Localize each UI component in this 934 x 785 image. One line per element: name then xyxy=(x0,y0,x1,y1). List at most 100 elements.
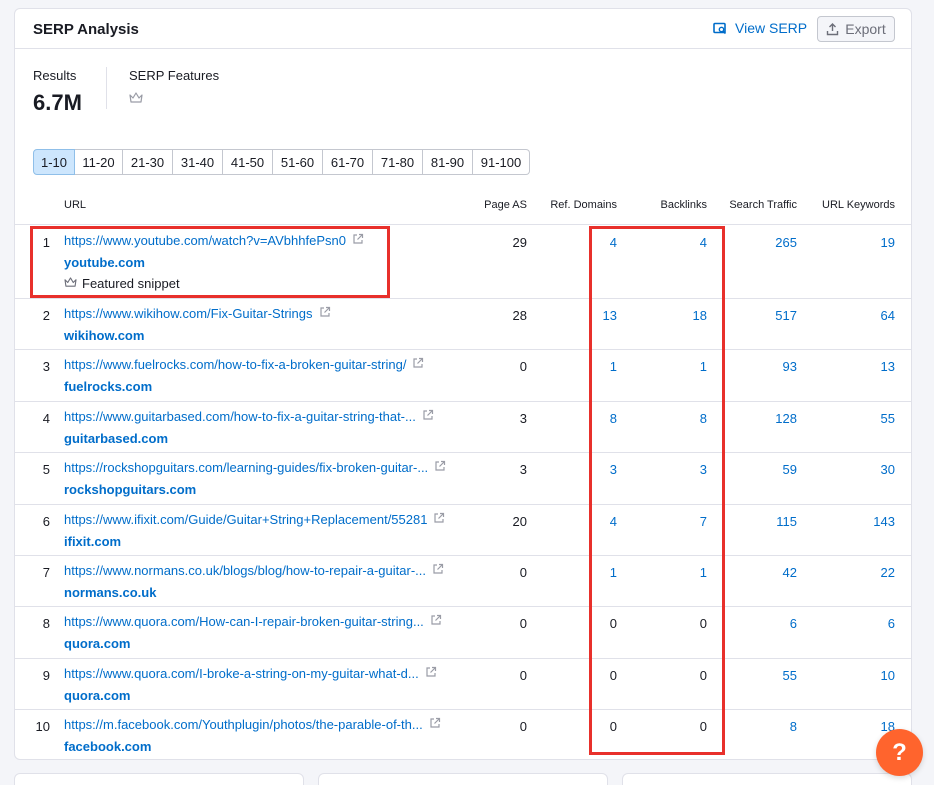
result-url-link[interactable]: https://www.quora.com/How-can-I-repair-b… xyxy=(64,614,442,629)
search-traffic-value[interactable]: 6 xyxy=(733,616,797,631)
external-link-icon[interactable] xyxy=(352,233,364,248)
external-link-icon[interactable] xyxy=(434,460,446,475)
external-link-icon[interactable] xyxy=(429,717,441,732)
view-serp-icon xyxy=(713,22,727,34)
page-1-10[interactable]: 1-10 xyxy=(33,149,75,175)
search-traffic-value[interactable]: 128 xyxy=(733,411,797,426)
page-as-value: 0 xyxy=(519,719,527,734)
page-41-50[interactable]: 41-50 xyxy=(223,149,273,175)
row-number: 7 xyxy=(42,565,50,580)
result-url-link[interactable]: https://www.normans.co.uk/blogs/blog/how… xyxy=(64,563,444,578)
page-31-40[interactable]: 31-40 xyxy=(173,149,223,175)
result-url-link[interactable]: https://www.wikihow.com/Fix-Guitar-Strin… xyxy=(64,306,331,321)
view-serp-button[interactable]: View SERP xyxy=(713,20,807,36)
external-link-icon[interactable] xyxy=(412,357,424,372)
row-number: 8 xyxy=(42,616,50,631)
external-link-icon[interactable] xyxy=(432,563,444,578)
backlinks-value[interactable]: 1 xyxy=(651,359,707,374)
result-url-link[interactable]: https://www.ifixit.com/Guide/Guitar+Stri… xyxy=(64,512,445,527)
card-title: SERP Analysis xyxy=(33,21,139,38)
page-61-70[interactable]: 61-70 xyxy=(323,149,373,175)
table-row: 2 https://www.wikihow.com/Fix-Guitar-Stri… xyxy=(15,299,911,350)
result-url-link[interactable]: https://rockshopguitars.com/learning-gui… xyxy=(64,460,446,475)
backlinks-value[interactable]: 4 xyxy=(651,235,707,250)
result-domain[interactable]: rockshopguitars.com xyxy=(64,482,196,497)
result-domain[interactable]: guitarbased.com xyxy=(64,431,168,446)
backlinks-value[interactable]: 3 xyxy=(651,462,707,477)
col-url-keywords[interactable]: URL Keywords xyxy=(805,199,895,211)
page-81-90[interactable]: 81-90 xyxy=(423,149,473,175)
search-traffic-value[interactable]: 265 xyxy=(733,235,797,250)
url-keywords-value[interactable]: 143 xyxy=(815,514,895,529)
ref-domains-value[interactable]: 4 xyxy=(563,514,617,529)
export-button[interactable]: Export xyxy=(817,16,895,42)
col-ref-domains[interactable]: Ref. Domains xyxy=(535,199,617,211)
export-label: Export xyxy=(845,21,886,37)
col-search-traffic[interactable]: Search Traffic xyxy=(715,199,797,211)
url-keywords-value[interactable]: 22 xyxy=(815,565,895,580)
url-keywords-value[interactable]: 18 xyxy=(815,719,895,734)
result-domain[interactable]: facebook.com xyxy=(64,739,151,754)
result-domain[interactable]: quora.com xyxy=(64,688,130,703)
result-domain[interactable]: quora.com xyxy=(64,636,130,651)
url-keywords-value[interactable]: 10 xyxy=(815,668,895,683)
result-domain[interactable]: youtube.com xyxy=(64,255,145,270)
results-value: 6.7M xyxy=(33,90,82,115)
backlinks-value: 0 xyxy=(699,616,707,631)
search-traffic-value[interactable]: 55 xyxy=(733,668,797,683)
ref-domains-value[interactable]: 4 xyxy=(563,235,617,250)
result-url: https://www.fuelrocks.com/how-to-fix-a-b… xyxy=(64,357,407,372)
external-link-icon[interactable] xyxy=(425,666,437,681)
external-link-icon[interactable] xyxy=(319,306,331,321)
page-21-30[interactable]: 21-30 xyxy=(123,149,173,175)
search-traffic-value[interactable]: 115 xyxy=(733,514,797,529)
serp-feature-badge: Featured snippet xyxy=(64,276,180,291)
backlinks-value[interactable]: 18 xyxy=(651,308,707,323)
bottom-card-3 xyxy=(622,773,912,785)
external-link-icon[interactable] xyxy=(433,512,445,527)
result-url-link[interactable]: https://www.quora.com/I-broke-a-string-o… xyxy=(64,666,437,681)
crown-icon xyxy=(64,276,77,291)
page-91-100[interactable]: 91-100 xyxy=(473,149,530,175)
url-keywords-value[interactable]: 13 xyxy=(815,359,895,374)
search-traffic-value[interactable]: 8 xyxy=(733,719,797,734)
external-link-icon[interactable] xyxy=(422,409,434,424)
col-url[interactable]: URL xyxy=(64,199,86,211)
page-71-80[interactable]: 71-80 xyxy=(373,149,423,175)
crown-icon xyxy=(129,92,143,103)
ref-domains-value[interactable]: 1 xyxy=(563,359,617,374)
result-url-link[interactable]: https://www.fuelrocks.com/how-to-fix-a-b… xyxy=(64,357,424,372)
ref-domains-value[interactable]: 13 xyxy=(563,308,617,323)
search-traffic-value[interactable]: 93 xyxy=(733,359,797,374)
ref-domains-value[interactable]: 1 xyxy=(563,565,617,580)
page-11-20[interactable]: 11-20 xyxy=(75,149,123,175)
result-domain[interactable]: fuelrocks.com xyxy=(64,379,152,394)
url-keywords-value[interactable]: 64 xyxy=(815,308,895,323)
result-domain[interactable]: wikihow.com xyxy=(64,328,144,343)
help-button[interactable]: ? xyxy=(876,729,923,776)
row-number: 3 xyxy=(42,359,50,374)
url-keywords-value[interactable]: 6 xyxy=(815,616,895,631)
search-traffic-value[interactable]: 517 xyxy=(733,308,797,323)
col-page-as[interactable]: Page AS xyxy=(455,199,527,211)
results-stat: Results 6.7M xyxy=(33,68,82,116)
page-51-60[interactable]: 51-60 xyxy=(273,149,323,175)
ref-domains-value: 0 xyxy=(609,616,617,631)
result-url-link[interactable]: https://www.youtube.com/watch?v=AVbhhfeP… xyxy=(64,233,364,248)
backlinks-value[interactable]: 1 xyxy=(651,565,707,580)
url-keywords-value[interactable]: 55 xyxy=(815,411,895,426)
result-url-link[interactable]: https://www.guitarbased.com/how-to-fix-a… xyxy=(64,409,434,424)
backlinks-value[interactable]: 8 xyxy=(651,411,707,426)
ref-domains-value[interactable]: 3 xyxy=(563,462,617,477)
url-keywords-value[interactable]: 19 xyxy=(815,235,895,250)
url-keywords-value[interactable]: 30 xyxy=(815,462,895,477)
search-traffic-value[interactable]: 42 xyxy=(733,565,797,580)
ref-domains-value[interactable]: 8 xyxy=(563,411,617,426)
search-traffic-value[interactable]: 59 xyxy=(733,462,797,477)
result-domain[interactable]: ifixit.com xyxy=(64,534,121,549)
result-domain[interactable]: normans.co.uk xyxy=(64,585,156,600)
result-url-link[interactable]: https://m.facebook.com/Youthplugin/photo… xyxy=(64,717,441,732)
external-link-icon[interactable] xyxy=(430,614,442,629)
backlinks-value[interactable]: 7 xyxy=(651,514,707,529)
col-backlinks[interactable]: Backlinks xyxy=(635,199,707,211)
